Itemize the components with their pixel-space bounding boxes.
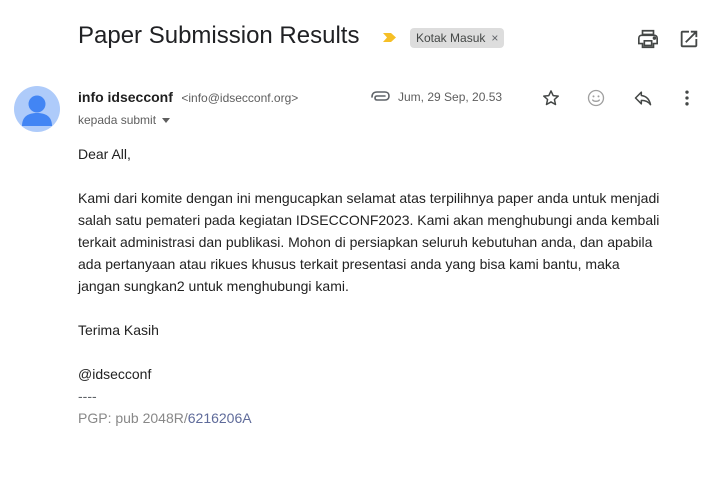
show-details-caret-icon[interactable] — [162, 118, 171, 124]
reply-icon — [634, 91, 652, 106]
pgp-prefix: PGP: pub 2048R/ — [78, 410, 188, 426]
message-paragraph: Kami dari komite dengan ini mengucapkan … — [78, 187, 708, 297]
reply-button[interactable] — [632, 87, 654, 109]
more-options-button[interactable] — [676, 87, 698, 109]
star-icon — [543, 90, 559, 106]
closing-text: Terima Kasih — [78, 322, 159, 338]
email-subject: Paper Submission Results — [78, 22, 360, 49]
label-remove-button[interactable]: × — [491, 31, 498, 45]
importance-marker-icon[interactable] — [382, 30, 397, 45]
label-chip-text: Kotak Masuk — [416, 31, 486, 45]
attachment-icon — [371, 91, 390, 101]
sender-email: <info@idsecconf.org> — [181, 91, 299, 105]
sender-line: info idsecconf <info@idsecconf.org> — [78, 89, 298, 107]
sender-name[interactable]: info idsecconf — [78, 89, 173, 105]
signature-handle: @idsecconf — [78, 366, 152, 382]
greeting: Dear All, — [78, 146, 131, 162]
subject-header: Paper Submission Results Kotak Masuk × — [0, 0, 720, 76]
pgp-key-link[interactable]: 6216206A — [188, 410, 252, 426]
recipient-text: kepada submit — [78, 113, 157, 127]
open-in-new-window-icon — [680, 30, 698, 48]
print-button[interactable] — [635, 26, 661, 52]
add-reaction-button[interactable] — [585, 87, 607, 109]
paragraph-line: terkait administrasi dan publikasi. Moho… — [78, 234, 653, 250]
emoji-reaction-icon — [587, 89, 605, 107]
paragraph-line: Kami dari komite dengan ini mengucapkan … — [78, 190, 660, 206]
paragraph-line: jangan sungkan2 untuk menghubungi kami. — [78, 278, 349, 294]
print-icon — [638, 29, 658, 49]
person-icon — [22, 95, 52, 126]
email-body: Dear All, Kami dari komite dengan ini me… — [78, 143, 708, 429]
paragraph-line: salah satu pemateri pada kegiatan IDSECC… — [78, 212, 660, 228]
star-button[interactable] — [540, 87, 562, 109]
signature-separator: ---- — [78, 388, 97, 404]
paragraph-line: ada pertanyaan atau rikues khusus terkai… — [78, 256, 620, 272]
label-chip-inbox[interactable]: Kotak Masuk × — [410, 28, 505, 48]
recipient-line: kepada submit — [78, 113, 171, 127]
sender-avatar[interactable] — [14, 86, 60, 132]
open-in-new-window-button[interactable] — [676, 26, 702, 52]
more-vert-icon — [685, 90, 689, 106]
email-date: Jum, 29 Sep, 20.53 — [398, 90, 503, 104]
pgp-line: PGP: pub 2048R/6216206A — [78, 407, 708, 429]
